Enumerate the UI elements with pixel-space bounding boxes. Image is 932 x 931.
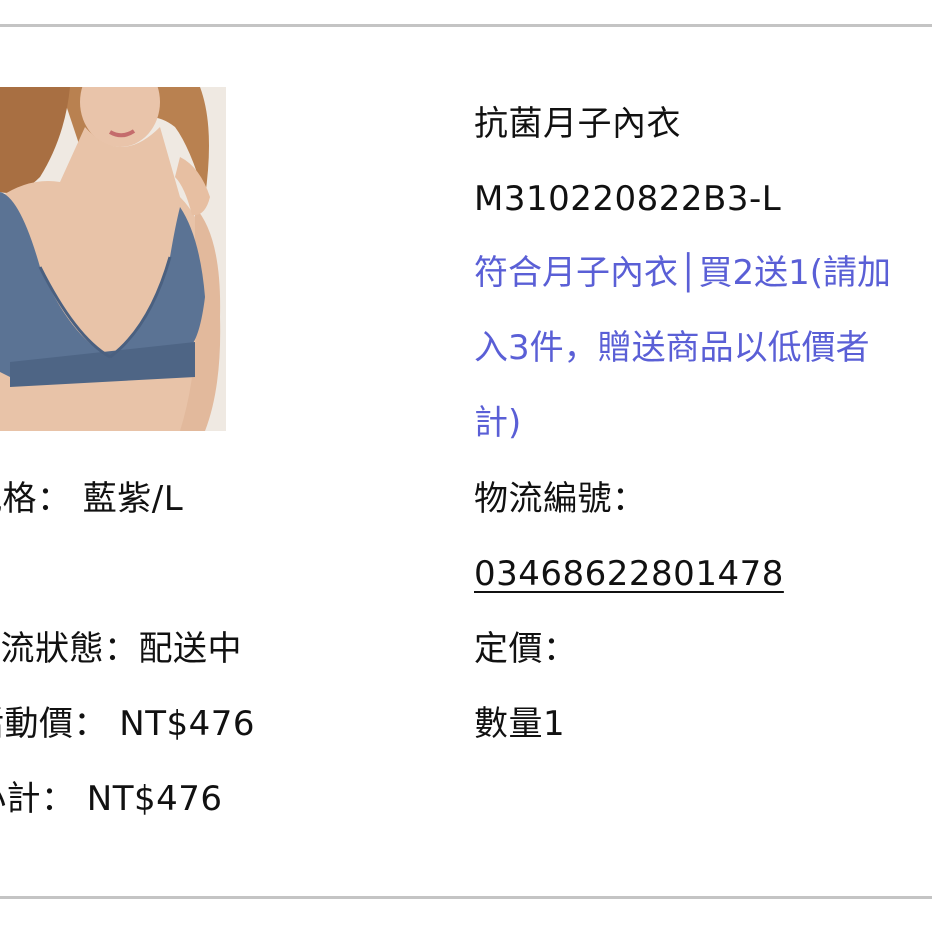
product-name[interactable]: 抗菌月子內衣 [474, 87, 681, 162]
order-item-page: 規格： 藍紫/L 物流狀態：配送中 活動價： NT$476 小計： NT$476… [0, 0, 932, 931]
shipping-status-text: 物流狀態：配送中 [0, 629, 242, 669]
product-image[interactable] [0, 87, 226, 431]
list-price-label: 定價： [474, 629, 578, 669]
product-photo-graphic [0, 87, 226, 431]
bottom-divider [0, 896, 932, 899]
quantity-text: 數量1 [474, 704, 566, 744]
top-divider [0, 24, 932, 27]
subtotal-text: 小計： NT$476 [0, 779, 223, 819]
tracking-label: 物流編號： [474, 479, 647, 519]
spec-text: 規格： 藍紫/L [0, 479, 184, 519]
promo-line-3: 計) [474, 403, 522, 443]
promo-line-2: 入3件，贈送商品以低價者 [474, 328, 870, 368]
sale-price-text: 活動價： NT$476 [0, 704, 256, 744]
tracking-number-link[interactable]: 03468622801478 [474, 537, 784, 612]
promo-text[interactable]: 符合月子內衣│買2送1(請加 入3件，贈送商品以低價者 計) [474, 236, 932, 461]
product-sku: M310220822B3-L [474, 179, 782, 219]
promo-line-1: 符合月子內衣│買2送1(請加 [474, 253, 891, 293]
